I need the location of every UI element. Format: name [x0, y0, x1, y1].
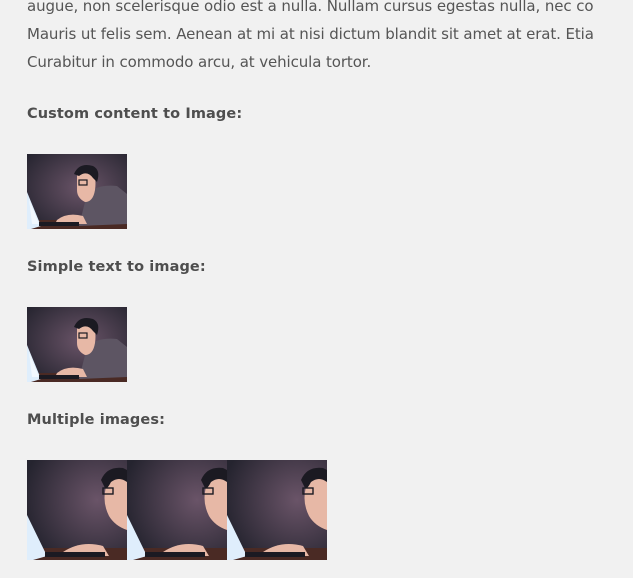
- custom-content-heading: Custom content to Image:: [27, 106, 243, 122]
- person-at-laptop-illustration: [227, 460, 327, 560]
- multiple-images-heading: Multiple images:: [27, 412, 165, 428]
- body-paragraph: augue, non scelerisque odio est a nulla.…: [27, 0, 633, 76]
- person-at-laptop-illustration: [127, 460, 227, 560]
- multiple-image-3[interactable]: [227, 460, 327, 560]
- multiple-image-2[interactable]: [127, 460, 227, 560]
- paragraph-line-3: Curabitur in commodo arcu, at vehicula t…: [27, 53, 372, 71]
- simple-text-heading: Simple text to image:: [27, 259, 206, 275]
- multiple-image-1[interactable]: [27, 460, 127, 560]
- custom-content-image[interactable]: [27, 154, 127, 229]
- paragraph-line-2: Mauris ut felis sem. Aenean at mi at nis…: [27, 25, 594, 43]
- paragraph-line-1: augue, non scelerisque odio est a nulla.…: [27, 0, 594, 15]
- simple-text-image[interactable]: [27, 307, 127, 382]
- person-at-laptop-illustration: [27, 307, 127, 382]
- person-at-laptop-illustration: [27, 154, 127, 229]
- person-at-laptop-illustration: [27, 460, 127, 560]
